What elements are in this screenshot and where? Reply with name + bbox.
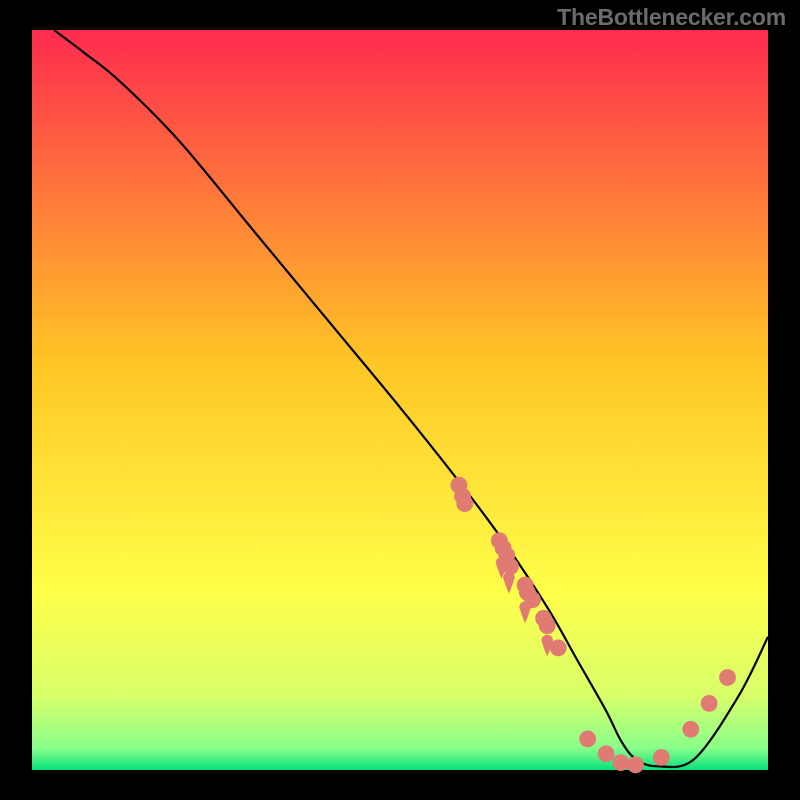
- data-point: [627, 756, 644, 773]
- data-point: [653, 749, 670, 766]
- data-point: [502, 558, 519, 575]
- watermark-text: TheBottlenecker.com: [557, 4, 786, 31]
- plot-background: [32, 30, 768, 770]
- data-point: [612, 754, 629, 771]
- chart-container: TheBottlenecker.com: [0, 0, 800, 800]
- bottleneck-chart: [0, 0, 800, 800]
- data-point: [539, 617, 556, 634]
- data-point: [682, 721, 699, 738]
- data-point: [719, 669, 736, 686]
- data-point: [456, 495, 473, 512]
- data-point: [579, 731, 596, 748]
- data-point: [550, 640, 567, 657]
- data-point: [701, 695, 718, 712]
- data-point: [524, 591, 541, 608]
- data-point: [598, 745, 615, 762]
